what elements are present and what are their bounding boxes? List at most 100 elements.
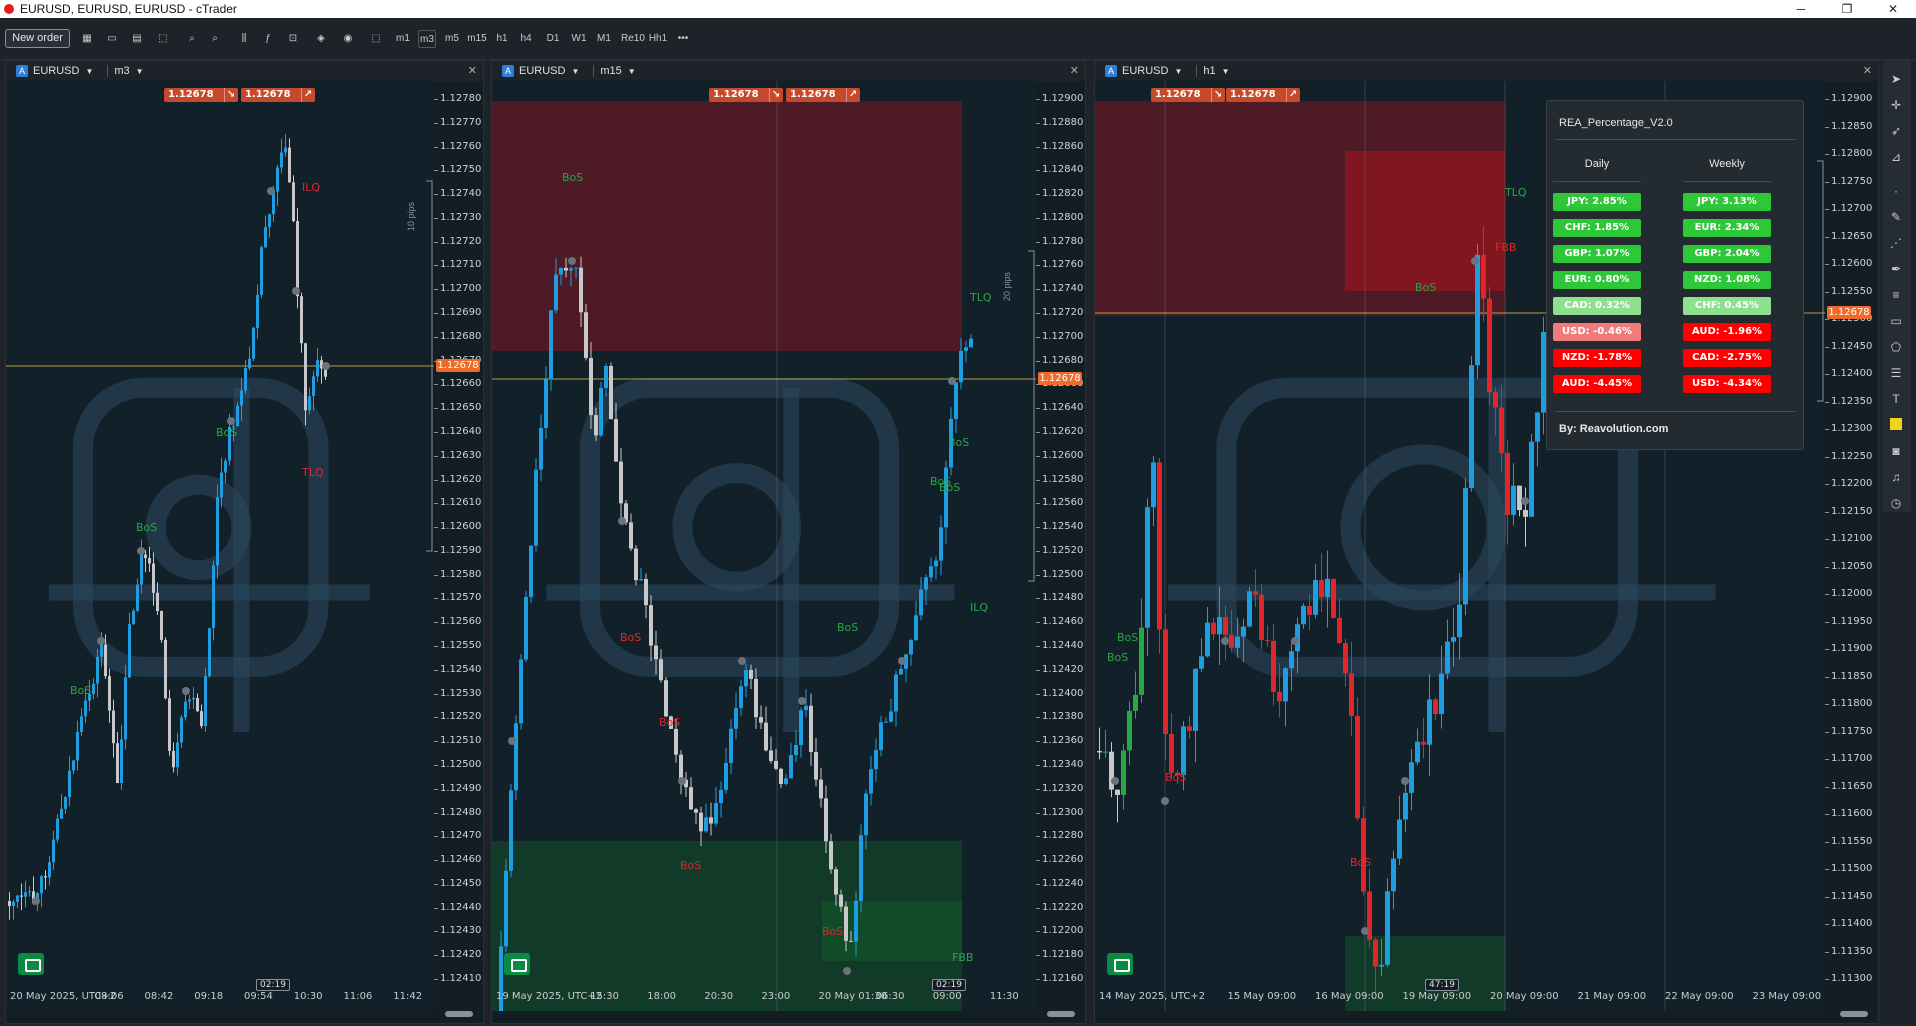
candle — [1427, 673, 1432, 777]
tf-m15[interactable]: m15 — [467, 30, 487, 48]
quick-trade-icon[interactable] — [18, 953, 44, 975]
tf-h1[interactable]: h1 — [495, 30, 509, 48]
candle — [859, 824, 863, 913]
close-window-button[interactable]: ✕ — [1870, 0, 1916, 18]
tf-m1[interactable]: m1 — [395, 30, 411, 48]
close-chart-button[interactable]: ✕ — [1863, 64, 1872, 77]
chevron-down-icon[interactable]: ▼ — [85, 67, 93, 76]
clock-icon[interactable]: ◷ — [1889, 496, 1903, 510]
indicators-icon[interactable]: ƒ — [261, 30, 275, 48]
tf-w1[interactable]: W1 — [571, 30, 587, 48]
candle-body — [1535, 412, 1540, 442]
buy-quote-button[interactable]: 1.12678 ↗ — [1226, 88, 1300, 102]
candle — [649, 595, 653, 662]
chevron-down-icon[interactable]: ▼ — [1174, 67, 1182, 76]
rea-percentage-panel[interactable]: REA_Percentage_V2.0 Daily Weekly JPY: 2.… — [1546, 100, 1804, 450]
candle-body — [939, 527, 943, 561]
time-axis[interactable]: 14 May 2025, UTC+2 15 May 09:00 16 May 09:… — [1095, 989, 1825, 1005]
layout-split-icon[interactable]: ▤ — [130, 30, 144, 48]
candle-body — [1421, 741, 1426, 745]
candle-body — [268, 214, 271, 228]
dot-icon[interactable]: · — [1889, 184, 1903, 198]
time-axis[interactable]: 20 May 2025, UTC+2 08:06 08:42 09:18 09:54 10… — [6, 989, 434, 1005]
candle — [208, 627, 211, 678]
crosshair-icon[interactable]: ✛ — [1889, 98, 1903, 112]
chart-mode-icon[interactable]: ⬚ — [155, 30, 171, 48]
tf-re10[interactable]: Re10 — [621, 30, 645, 48]
sell-quote-button[interactable]: 1.12678 ↘ — [1151, 88, 1225, 102]
pen-icon[interactable]: ✒ — [1889, 262, 1903, 276]
tf-mn1[interactable]: M1 — [596, 30, 612, 48]
candle-body — [304, 343, 307, 411]
price-axis[interactable]: 1.12780 1.12770 1.12760 1.12750 1.12740 1.127… — [433, 81, 485, 1001]
chart-plot-area[interactable] — [492, 81, 1036, 1011]
select-arrow-icon[interactable]: ➶ — [1889, 124, 1903, 138]
sell-quote-button[interactable]: 1.12678 ↘ — [709, 88, 783, 102]
buy-quote-button[interactable]: 1.12678 ↗ — [241, 88, 315, 102]
candle — [879, 715, 883, 757]
fan-icon[interactable]: ⋰ — [1889, 236, 1903, 250]
chart-plot-area[interactable] — [6, 81, 434, 1011]
maximize-button[interactable]: ❐ — [1824, 0, 1870, 18]
drawing-sync-icon[interactable]: ⬚ — [368, 30, 384, 48]
chart-type-icon[interactable]: ⫼ — [236, 30, 252, 48]
buy-quote-button[interactable]: 1.12678 ↗ — [786, 88, 860, 102]
rectangle-icon[interactable]: ▭ — [1889, 314, 1903, 328]
cbot-icon[interactable]: ⊡ — [285, 30, 301, 48]
timeframe-selector[interactable]: m15 — [593, 65, 622, 77]
price-tick: 1.12640 — [1035, 402, 1084, 414]
chevron-down-icon[interactable]: ▼ — [628, 67, 636, 76]
tf-hh1[interactable]: Hh1 — [648, 30, 668, 48]
color-swatch-icon[interactable] — [1890, 418, 1902, 430]
layout-single-icon[interactable]: ▭ — [105, 30, 119, 48]
candle-body — [72, 760, 75, 771]
chevron-down-icon[interactable]: ▼ — [1222, 67, 1230, 76]
symbol-selector[interactable]: EURUSD — [1122, 65, 1168, 77]
candle-body — [639, 579, 643, 581]
layout-grid-icon[interactable]: ▦ — [80, 30, 94, 48]
price-tick: 1.12410 — [433, 973, 482, 984]
horizontal-scrollbar[interactable] — [1047, 1011, 1075, 1017]
zoom-in-icon[interactable]: ⌕ — [185, 30, 199, 48]
price-axis[interactable]: 1.12900 1.12850 1.12800 1.12750 1.12700 1.126… — [1824, 81, 1880, 1001]
price-axis[interactable]: 1.12900 1.12880 1.12860 1.12840 1.12820 1.128… — [1035, 81, 1087, 1001]
measure-icon[interactable]: ⊿ — [1889, 150, 1903, 164]
sell-quote-button[interactable]: 1.12678 ↘ — [164, 88, 238, 102]
symbol-selector[interactable]: EURUSD — [519, 65, 565, 77]
horizontal-scrollbar[interactable] — [1840, 1011, 1868, 1017]
new-order-button[interactable]: New order — [5, 29, 70, 48]
cursor-icon[interactable]: ➤ — [1889, 72, 1903, 86]
candle-body — [104, 644, 107, 677]
quick-trade-icon[interactable] — [1107, 953, 1133, 975]
levels-icon[interactable]: ☰ — [1889, 366, 1903, 380]
candle — [819, 767, 823, 808]
chevron-down-icon[interactable]: ▼ — [136, 67, 144, 76]
candle-body — [48, 862, 51, 878]
layers-icon[interactable]: ◈ — [313, 30, 329, 48]
more-icon[interactable]: ••• — [674, 30, 692, 48]
tf-m5[interactable]: m5 — [444, 30, 460, 48]
quick-trade-icon[interactable] — [504, 953, 530, 975]
zoom-out-icon[interactable]: ⌕ — [208, 30, 222, 48]
symbol-selector[interactable]: EURUSD — [33, 65, 79, 77]
close-chart-button[interactable]: ✕ — [1070, 64, 1079, 77]
alert-bell-icon[interactable]: ♫ — [1889, 470, 1903, 484]
pencil-icon[interactable]: ✎ — [1889, 210, 1903, 224]
eye-icon[interactable]: ◉ — [340, 30, 356, 48]
tf-d1[interactable]: D1 — [545, 30, 561, 48]
close-chart-button[interactable]: ✕ — [468, 64, 477, 77]
fibonacci-icon[interactable]: ≡ — [1889, 288, 1903, 302]
candle-body — [769, 750, 773, 762]
time-axis[interactable]: 19 May 2025, UTC+2 15:30 18:00 20:30 23:00 20… — [492, 989, 1036, 1005]
shapes-icon[interactable]: ⬠ — [1889, 340, 1903, 354]
timeframe-selector[interactable]: h1 — [1196, 65, 1216, 77]
minimize-button[interactable]: ─ — [1778, 0, 1824, 18]
timeframe-selector[interactable]: m3 — [107, 65, 130, 77]
tf-h4[interactable]: h4 — [519, 30, 533, 48]
candle-body — [1451, 637, 1456, 642]
camera-icon[interactable]: ◙ — [1889, 444, 1903, 458]
chevron-down-icon[interactable]: ▼ — [571, 67, 579, 76]
horizontal-scrollbar[interactable] — [445, 1011, 473, 1017]
tf-m3[interactable]: m3 — [418, 30, 436, 48]
text-icon[interactable]: T — [1889, 392, 1903, 406]
